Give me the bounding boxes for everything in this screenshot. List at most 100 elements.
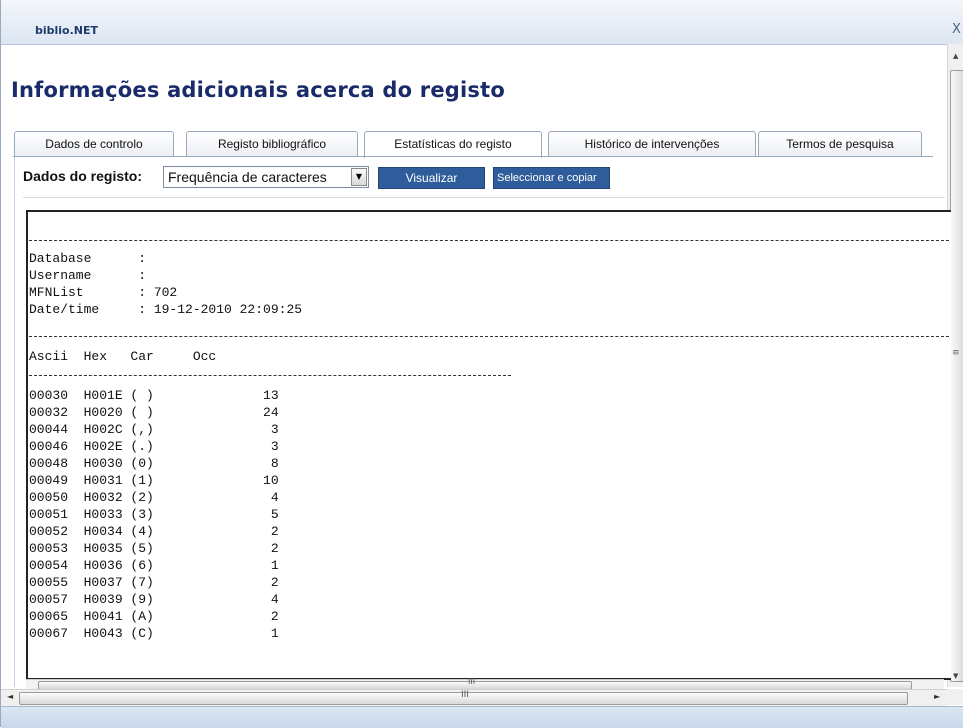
ascii-cell: 00054 — [29, 558, 84, 573]
table-row: 00032 H0020 ( ) 24 — [29, 405, 279, 420]
occ-cell: 2 — [161, 541, 279, 556]
tab-termos-de-pesquisa[interactable]: Termos de pesquisa — [758, 131, 922, 156]
char-cell: (.) — [130, 439, 162, 454]
occ-cell: 8 — [161, 456, 279, 471]
window-title: biblio.NET — [35, 24, 99, 37]
hex-cell: H0041 — [83, 609, 131, 624]
title-bar: biblio.NET X — [1, 0, 963, 45]
header-line: MFNList : 702 — [29, 285, 178, 300]
ascii-cell: 00052 — [29, 524, 84, 539]
tab-estatisticas-do-registo[interactable]: Estatísticas do registo — [364, 131, 542, 158]
table-row: 00052 H0034 (4) 2 — [29, 524, 279, 539]
table-row: 00053 H0035 (5) 2 — [29, 541, 279, 556]
table-row: 00051 H0033 (3) 5 — [29, 507, 279, 522]
char-cell: (3) — [130, 507, 162, 522]
hex-cell: H0039 — [83, 592, 131, 607]
char-cell: (0) — [130, 456, 162, 471]
ascii-cell: 00030 — [29, 388, 84, 403]
ascii-cell: 00055 — [29, 575, 84, 590]
status-bar — [1, 706, 963, 728]
dados-do-registo-label: Dados do registo: — [23, 168, 143, 184]
hex-cell: H0031 — [83, 473, 131, 488]
scrollbar-thumb[interactable] — [950, 70, 963, 682]
occ-cell: 3 — [161, 422, 279, 437]
hex-cell: H0034 — [83, 524, 131, 539]
header-line: Username : — [29, 268, 147, 283]
ascii-cell: 00044 — [29, 422, 84, 437]
page-title: Informações adicionais acerca do registo — [11, 78, 505, 102]
table-row: 00054 H0036 (6) 1 — [29, 558, 279, 573]
ascii-cell: 00067 — [29, 626, 84, 641]
separator-line — [29, 240, 951, 241]
hex-cell: H0033 — [83, 507, 131, 522]
occ-cell: 4 — [161, 490, 279, 505]
char-cell: (C) — [130, 626, 162, 641]
arrow-down-icon[interactable]: ▼ — [953, 672, 958, 680]
hex-cell: H0043 — [83, 626, 131, 641]
occ-cell: 1 — [161, 626, 279, 641]
scrollbar-corner — [947, 689, 963, 705]
report-type-select[interactable]: Frequência de caracteres ▼ — [163, 166, 369, 188]
table-row: 00067 H0043 (C) 1 — [29, 626, 279, 641]
occ-cell: 2 — [161, 609, 279, 624]
table-row: 00044 H002C (,) 3 — [29, 422, 279, 437]
visualizar-button[interactable]: Visualizar — [378, 167, 485, 189]
table-row: 00050 H0032 (2) 4 — [29, 490, 279, 505]
occ-cell: 4 — [161, 592, 279, 607]
ascii-cell: 00046 — [29, 439, 84, 454]
hex-cell: H0036 — [83, 558, 131, 573]
chevron-down-icon[interactable]: ▼ — [351, 168, 367, 186]
ascii-cell: 00065 — [29, 609, 84, 624]
select-value: Frequência de caracteres — [168, 169, 327, 185]
char-cell: (A) — [130, 609, 162, 624]
hex-cell: H0035 — [83, 541, 131, 556]
char-cell: (6) — [130, 558, 162, 573]
ascii-cell: 00048 — [29, 456, 84, 471]
char-cell: ( ) — [130, 405, 162, 420]
char-cell: (2) — [130, 490, 162, 505]
ascii-cell: 00049 — [29, 473, 84, 488]
frequency-table: 00030 H001E ( ) 13 00032 H0020 ( ) 24 00… — [29, 387, 279, 642]
table-row: 00065 H0041 (A) 2 — [29, 609, 279, 624]
horizontal-scrollbar[interactable]: ◄ III ► — [1, 689, 947, 706]
char-cell: (4) — [130, 524, 162, 539]
occ-cell: 13 — [161, 388, 279, 403]
table-row: 00055 H0037 (7) 2 — [29, 575, 279, 590]
arrow-up-icon[interactable]: ▲ — [953, 52, 958, 60]
hex-cell: H0030 — [83, 456, 131, 471]
arrow-right-icon[interactable]: ► — [934, 692, 940, 701]
separator-line — [29, 375, 511, 376]
header-line: Database : — [29, 251, 147, 266]
table-row: 00048 H0030 (0) 8 — [29, 456, 279, 471]
tab-dados-de-controlo[interactable]: Dados de controlo — [14, 131, 174, 156]
hex-cell: H0037 — [83, 575, 131, 590]
ascii-cell: 00053 — [29, 541, 84, 556]
close-icon[interactable]: X — [952, 22, 961, 37]
hex-cell: H0032 — [83, 490, 131, 505]
char-cell: (1) — [130, 473, 162, 488]
toolbar-divider — [23, 197, 945, 198]
char-cell: (,) — [130, 422, 162, 437]
table-row: 00049 H0031 (1) 10 — [29, 473, 279, 488]
hex-cell: H0020 — [83, 405, 131, 420]
tab-registo-bibliografico[interactable]: Registo bibliográfico — [186, 131, 358, 156]
hex-cell: H002E — [83, 439, 131, 454]
separator-line — [29, 336, 951, 337]
occ-cell: 1 — [161, 558, 279, 573]
tab-historico-de-intervencoes[interactable]: Histórico de intervenções — [548, 131, 756, 156]
tab-bar: Dados de controlo Registo bibliográfico … — [14, 131, 934, 158]
arrow-left-icon[interactable]: ◄ — [7, 692, 13, 701]
header-line: Date/time : 19-12-2010 22:09:25 — [29, 302, 303, 317]
grip-icon: III — [461, 690, 469, 700]
char-cell: (5) — [130, 541, 162, 556]
table-row: 00030 H001E ( ) 13 — [29, 388, 279, 403]
seleccionar-copiar-button[interactable]: Seleccionar e copiar — [493, 167, 610, 189]
occ-cell: 2 — [161, 524, 279, 539]
occ-cell: 10 — [161, 473, 279, 488]
hex-cell: H002C — [83, 422, 131, 437]
char-cell: ( ) — [130, 388, 162, 403]
report-output-area[interactable]: Database : Username : MFNList : 702 Date… — [26, 210, 951, 680]
char-cell: (7) — [130, 575, 162, 590]
char-cell: (9) — [130, 592, 162, 607]
hex-cell: H001E — [83, 388, 131, 403]
